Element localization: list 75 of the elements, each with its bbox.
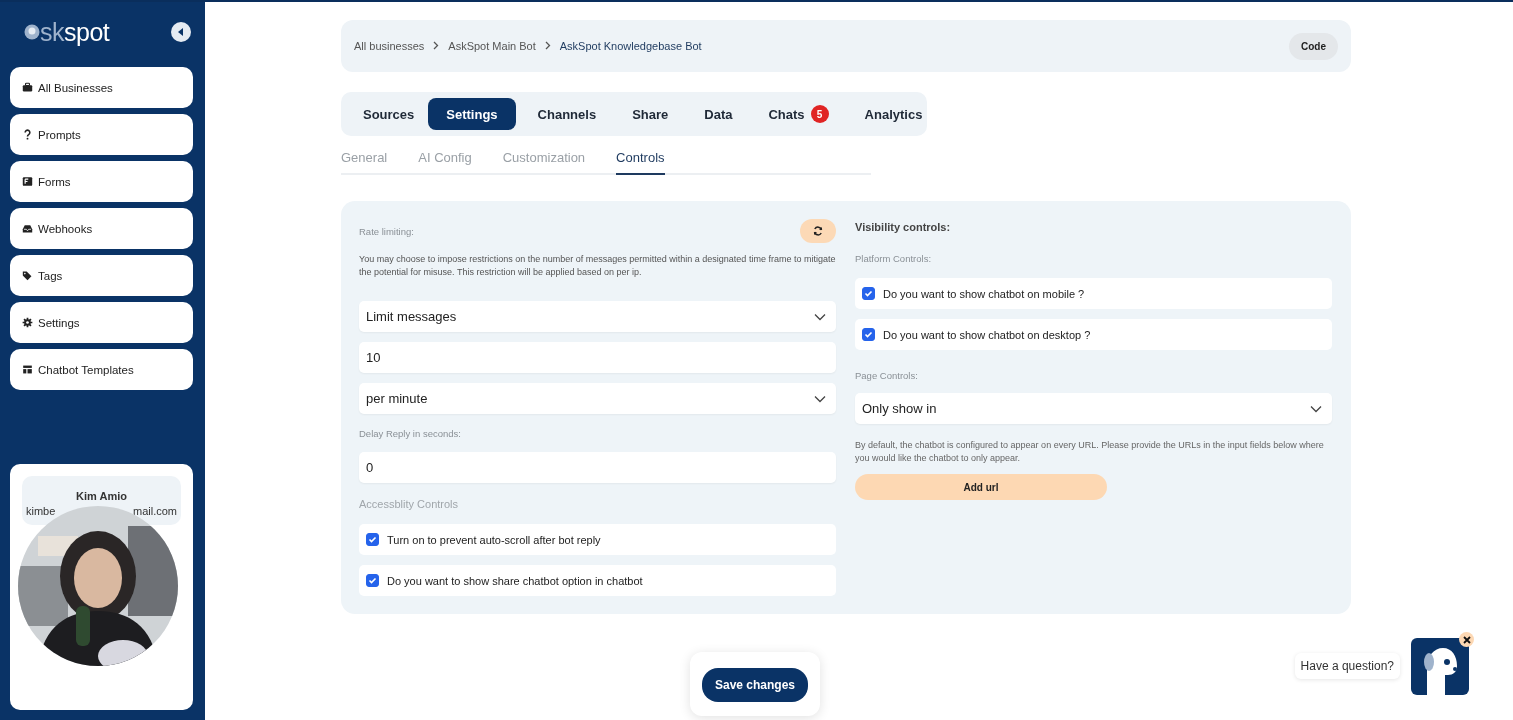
- period-dropdown[interactable]: per minute: [359, 383, 836, 414]
- chat-launcher-button[interactable]: [1411, 638, 1469, 695]
- user-name: Kim Amio: [76, 490, 127, 502]
- count-badge: 5: [810, 105, 829, 123]
- sidebar-item[interactable]: Prompts: [10, 114, 193, 155]
- close-button[interactable]: [1459, 632, 1474, 647]
- briefcase-icon: [22, 82, 33, 93]
- tags-icon: [22, 270, 33, 281]
- settings-icon: [22, 317, 33, 328]
- checkbox-row[interactable]: Turn on to prevent auto-scroll after bot reply: [359, 524, 836, 555]
- page-mode-dropdown[interactable]: Only show in: [855, 393, 1332, 424]
- breadcrumb-link[interactable]: AskSpot Main Bot: [448, 40, 536, 52]
- note-text: By default, the chatbot is configured to appear on every URL. Please provide the URLs in the input fields below where you would like the chatbot to only appear.: [855, 439, 1325, 465]
- chevron-right-icon: [544, 41, 551, 50]
- chat-prompt: Have a question?: [1294, 653, 1400, 679]
- form-icon: [22, 176, 33, 187]
- sidebar-item[interactable]: Webhooks: [10, 208, 193, 249]
- code-button[interactable]: Code: [1289, 32, 1338, 60]
- checkmark-icon: [864, 289, 873, 298]
- delay-input[interactable]: 0: [359, 452, 836, 483]
- tab[interactable]: Share: [610, 98, 683, 130]
- chevron-right-icon: [433, 41, 440, 50]
- logo: skspot: [24, 17, 110, 47]
- checkbox-label: Do you want to show chatbot on desktop ?: [883, 328, 1091, 341]
- checkbox[interactable]: [366, 533, 379, 546]
- chevron-down-icon: [1310, 404, 1322, 413]
- checkbox[interactable]: [862, 328, 875, 341]
- refresh-button[interactable]: [800, 219, 836, 243]
- sidebar-item[interactable]: Forms: [10, 161, 193, 202]
- breadcrumb-link[interactable]: All businesses: [354, 40, 425, 52]
- checkbox-row[interactable]: Do you want to show chatbot on mobile ?: [855, 278, 1332, 309]
- section-label: Platform Controls:: [855, 253, 933, 264]
- refresh-icon: [813, 226, 823, 236]
- section-label: Accessblity Controls: [359, 498, 460, 510]
- chevron-down-icon: [814, 312, 826, 321]
- field-label: Delay Reply in seconds:: [359, 428, 462, 439]
- tab[interactable]: Data: [682, 98, 747, 130]
- checkbox-label: Turn on to prevent auto-scroll after bot reply: [387, 533, 601, 546]
- sidebar-item[interactable]: All Businesses: [10, 67, 193, 108]
- user-email: kimbe: [26, 505, 56, 517]
- checkbox-label: Do you want to show chatbot on mobile ?: [883, 287, 1085, 300]
- collapse-button[interactable]: [171, 22, 191, 42]
- checkmark-icon: [368, 535, 377, 544]
- question-mark-icon: [22, 129, 33, 140]
- tab[interactable]: Chats 5: [746, 98, 843, 130]
- checkmark-icon: [864, 330, 873, 339]
- tab[interactable]: Channels: [515, 98, 611, 130]
- checkbox-label: Do you want to show share chatbot option in chatbot: [387, 574, 643, 587]
- description-text: You may choose to impose restrictions on the number of messages permitted within a designated time frame to mitigate the potential for misuse. This restriction will be applied based on per ip.: [359, 253, 836, 279]
- sidebar-item[interactable]: Chatbot Templates: [10, 349, 193, 390]
- checkbox-row[interactable]: Do you want to show share chatbot option in chatbot: [359, 565, 836, 596]
- checkbox-row[interactable]: Do you want to show chatbot on desktop ?: [855, 319, 1332, 350]
- sidebar-item[interactable]: Tags: [10, 255, 193, 296]
- tab[interactable]: Analytics: [842, 98, 937, 130]
- inbox-icon: [22, 223, 33, 234]
- section-label: Rate limiting:: [359, 225, 414, 237]
- count-input[interactable]: 10: [359, 342, 836, 373]
- sidebar-item[interactable]: Settings: [10, 302, 193, 343]
- save-button[interactable]: Save changes: [702, 668, 809, 702]
- user-email: mail.com: [133, 505, 177, 517]
- limit-type-dropdown[interactable]: Limit messages: [359, 301, 836, 332]
- layout-icon: [22, 364, 33, 375]
- subtab[interactable]: Controls: [616, 150, 665, 175]
- chevron-down-icon: [814, 394, 826, 403]
- section-label: Page Controls:: [855, 370, 919, 381]
- checkbox[interactable]: [366, 574, 379, 587]
- tab[interactable]: Sources: [341, 98, 429, 130]
- close-icon: [1462, 635, 1471, 644]
- checkbox[interactable]: [862, 287, 875, 300]
- checkmark-icon: [368, 576, 377, 585]
- triangle-left-icon: [178, 28, 184, 36]
- tab[interactable]: Settings: [428, 98, 516, 130]
- add-url-button[interactable]: Add url: [855, 474, 1107, 500]
- breadcrumb-link[interactable]: AskSpot Knowledgebase Bot: [559, 40, 702, 52]
- section-title: Visibility controls:: [855, 221, 952, 233]
